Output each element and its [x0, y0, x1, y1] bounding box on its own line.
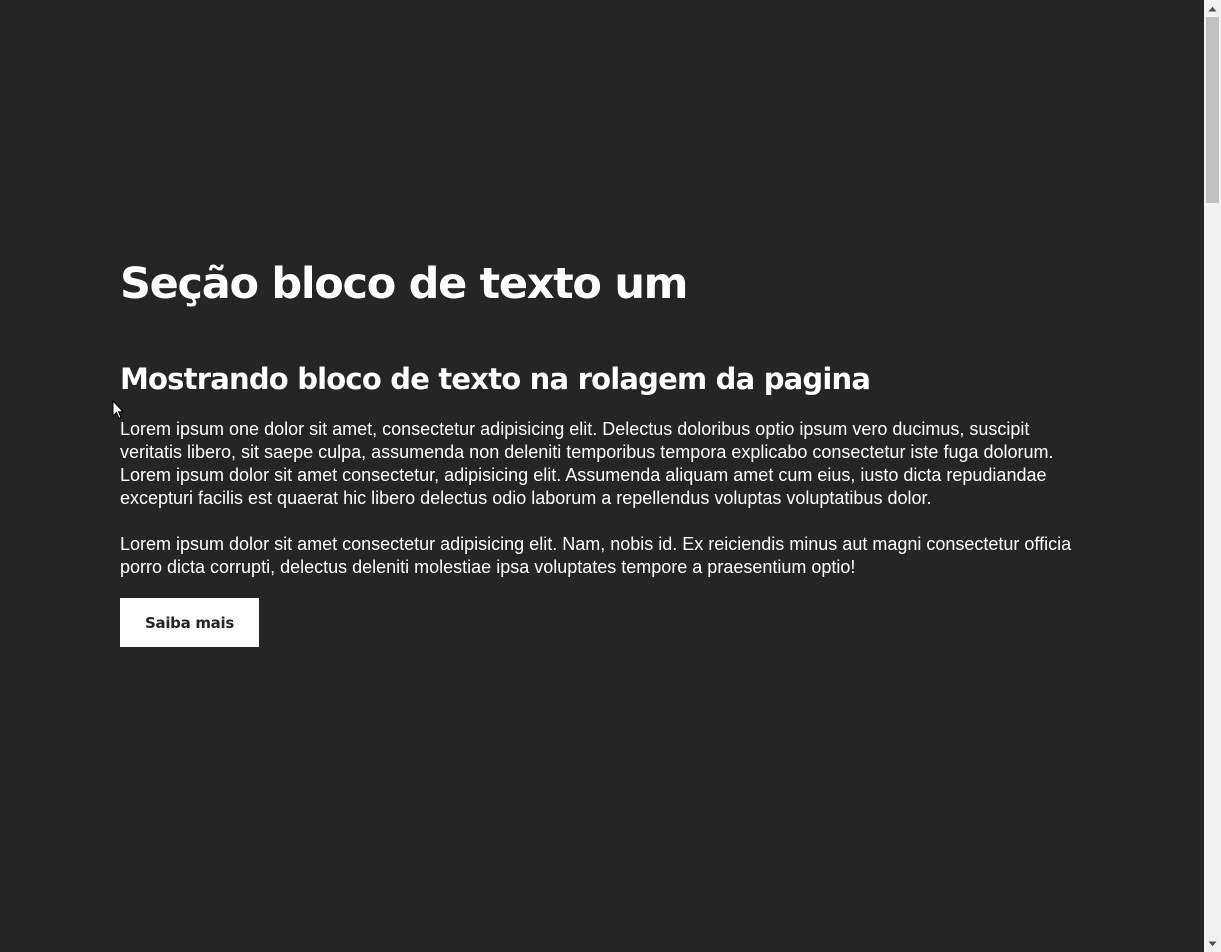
- mouse-pointer-icon: [112, 400, 124, 420]
- page-viewport: Seção bloco de texto um Mostrando bloco …: [0, 0, 1204, 952]
- text-block-section: Seção bloco de texto um Mostrando bloco …: [120, 252, 1085, 647]
- scroll-down-arrow-icon[interactable]: [1204, 935, 1221, 952]
- scrollbar-thumb[interactable]: [1206, 17, 1219, 203]
- section-title: Seção bloco de texto um: [120, 259, 688, 309]
- vertical-scrollbar[interactable]: [1204, 0, 1221, 952]
- scroll-up-arrow-icon[interactable]: [1204, 0, 1221, 17]
- section-paragraph-1: Lorem ipsum one dolor sit amet, consecte…: [120, 419, 1054, 508]
- saiba-mais-button[interactable]: Saiba mais: [120, 598, 259, 647]
- section-subtitle: Mostrando bloco de texto na rolagem da p…: [120, 362, 871, 396]
- section-paragraph-2: Lorem ipsum dolor sit amet consectetur a…: [120, 534, 1072, 577]
